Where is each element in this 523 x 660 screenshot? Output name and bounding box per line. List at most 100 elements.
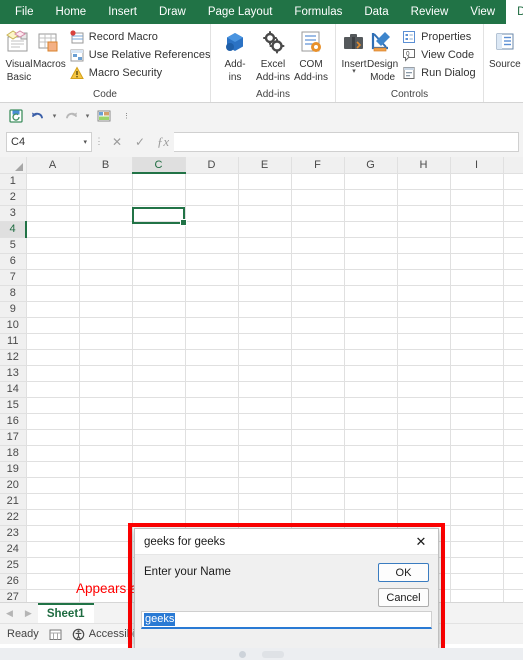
cell-I18[interactable] bbox=[450, 445, 504, 462]
cell-A19[interactable] bbox=[26, 461, 80, 478]
cell-I8[interactable] bbox=[450, 285, 504, 302]
cell-A23[interactable] bbox=[26, 525, 80, 542]
column-header-a[interactable]: A bbox=[26, 157, 80, 174]
cell-H5[interactable] bbox=[397, 237, 451, 254]
cell-F4[interactable] bbox=[291, 221, 345, 238]
cell-B13[interactable] bbox=[79, 365, 133, 382]
cell-I14[interactable] bbox=[450, 381, 504, 398]
column-header-i[interactable]: I bbox=[450, 157, 504, 174]
cell-B9[interactable] bbox=[79, 301, 133, 318]
row-header-22[interactable]: 22 bbox=[0, 509, 27, 526]
row-header-1[interactable]: 1 bbox=[0, 173, 27, 190]
cell-J8[interactable] bbox=[503, 285, 523, 302]
cell-I11[interactable] bbox=[450, 333, 504, 350]
cell-A7[interactable] bbox=[26, 269, 80, 286]
cell-E12[interactable] bbox=[238, 349, 292, 366]
cell-J11[interactable] bbox=[503, 333, 523, 350]
cell-J20[interactable] bbox=[503, 477, 523, 494]
row-header-23[interactable]: 23 bbox=[0, 525, 27, 542]
cell-A27[interactable] bbox=[26, 589, 80, 602]
cell-E14[interactable] bbox=[238, 381, 292, 398]
cell-D18[interactable] bbox=[185, 445, 239, 462]
cell-C12[interactable] bbox=[132, 349, 186, 366]
cell-D13[interactable] bbox=[185, 365, 239, 382]
cell-E4[interactable] bbox=[238, 221, 292, 238]
cell-C14[interactable] bbox=[132, 381, 186, 398]
undo-dropdown-icon[interactable]: ▾ bbox=[50, 112, 59, 120]
cell-H17[interactable] bbox=[397, 429, 451, 446]
column-header-d[interactable]: D bbox=[185, 157, 239, 174]
row-header-19[interactable]: 19 bbox=[0, 461, 27, 478]
column-header-h[interactable]: H bbox=[397, 157, 451, 174]
cell-B12[interactable] bbox=[79, 349, 133, 366]
tab-review[interactable]: Review bbox=[400, 0, 460, 24]
cell-F2[interactable] bbox=[291, 189, 345, 206]
cell-G3[interactable] bbox=[344, 205, 398, 222]
cell-J25[interactable] bbox=[503, 557, 523, 574]
row-header-3[interactable]: 3 bbox=[0, 205, 27, 222]
undo-icon[interactable] bbox=[28, 106, 48, 126]
cell-D20[interactable] bbox=[185, 477, 239, 494]
column-header-e[interactable]: E bbox=[238, 157, 292, 174]
cell-H13[interactable] bbox=[397, 365, 451, 382]
tab-file[interactable]: File bbox=[4, 0, 45, 24]
customize-qat-icon[interactable]: ⋮ bbox=[122, 112, 131, 120]
cell-J15[interactable] bbox=[503, 397, 523, 414]
accessibility-status[interactable]: Accessibil bbox=[72, 628, 138, 641]
cell-C13[interactable] bbox=[132, 365, 186, 382]
cell-D5[interactable] bbox=[185, 237, 239, 254]
cell-I5[interactable] bbox=[450, 237, 504, 254]
cell-E16[interactable] bbox=[238, 413, 292, 430]
cell-G11[interactable] bbox=[344, 333, 398, 350]
cell-C11[interactable] bbox=[132, 333, 186, 350]
cell-D10[interactable] bbox=[185, 317, 239, 334]
cell-A13[interactable] bbox=[26, 365, 80, 382]
cell-H2[interactable] bbox=[397, 189, 451, 206]
cell-D7[interactable] bbox=[185, 269, 239, 286]
cell-C20[interactable] bbox=[132, 477, 186, 494]
cell-F14[interactable] bbox=[291, 381, 345, 398]
cell-F9[interactable] bbox=[291, 301, 345, 318]
cell-A16[interactable] bbox=[26, 413, 80, 430]
cell-I19[interactable] bbox=[450, 461, 504, 478]
formula-input[interactable] bbox=[174, 131, 519, 152]
cell-I10[interactable] bbox=[450, 317, 504, 334]
tab-page-layout[interactable]: Page Layout bbox=[197, 0, 284, 24]
cell-I23[interactable] bbox=[450, 525, 504, 542]
cell-F16[interactable] bbox=[291, 413, 345, 430]
row-header-24[interactable]: 24 bbox=[0, 541, 27, 558]
cell-G22[interactable] bbox=[344, 509, 398, 526]
cell-G20[interactable] bbox=[344, 477, 398, 494]
cell-B17[interactable] bbox=[79, 429, 133, 446]
cell-I24[interactable] bbox=[450, 541, 504, 558]
cell-C3[interactable] bbox=[132, 205, 186, 222]
cell-A17[interactable] bbox=[26, 429, 80, 446]
cell-E13[interactable] bbox=[238, 365, 292, 382]
insert-control-button[interactable]: Insert ▾ bbox=[341, 27, 367, 75]
cell-B20[interactable] bbox=[79, 477, 133, 494]
cell-A18[interactable] bbox=[26, 445, 80, 462]
cell-J23[interactable] bbox=[503, 525, 523, 542]
redo-dropdown-icon[interactable]: ▾ bbox=[83, 112, 92, 120]
cell-G14[interactable] bbox=[344, 381, 398, 398]
cell-G2[interactable] bbox=[344, 189, 398, 206]
cell-E3[interactable] bbox=[238, 205, 292, 222]
cell-B11[interactable] bbox=[79, 333, 133, 350]
cell-C4[interactable] bbox=[132, 221, 186, 238]
cell-C15[interactable] bbox=[132, 397, 186, 414]
cell-D9[interactable] bbox=[185, 301, 239, 318]
column-header-c[interactable]: C bbox=[132, 157, 186, 174]
cell-E7[interactable] bbox=[238, 269, 292, 286]
row-header-20[interactable]: 20 bbox=[0, 477, 27, 494]
com-addins-button[interactable]: COM Add-ins bbox=[292, 27, 330, 83]
select-all-corner[interactable] bbox=[0, 157, 27, 174]
cell-I7[interactable] bbox=[450, 269, 504, 286]
cell-E21[interactable] bbox=[238, 493, 292, 510]
cell-I13[interactable] bbox=[450, 365, 504, 382]
row-header-17[interactable]: 17 bbox=[0, 429, 27, 446]
cell-B27[interactable] bbox=[79, 589, 133, 602]
column-header-j[interactable] bbox=[503, 157, 523, 174]
cell-J21[interactable] bbox=[503, 493, 523, 510]
cell-E11[interactable] bbox=[238, 333, 292, 350]
cell-F19[interactable] bbox=[291, 461, 345, 478]
